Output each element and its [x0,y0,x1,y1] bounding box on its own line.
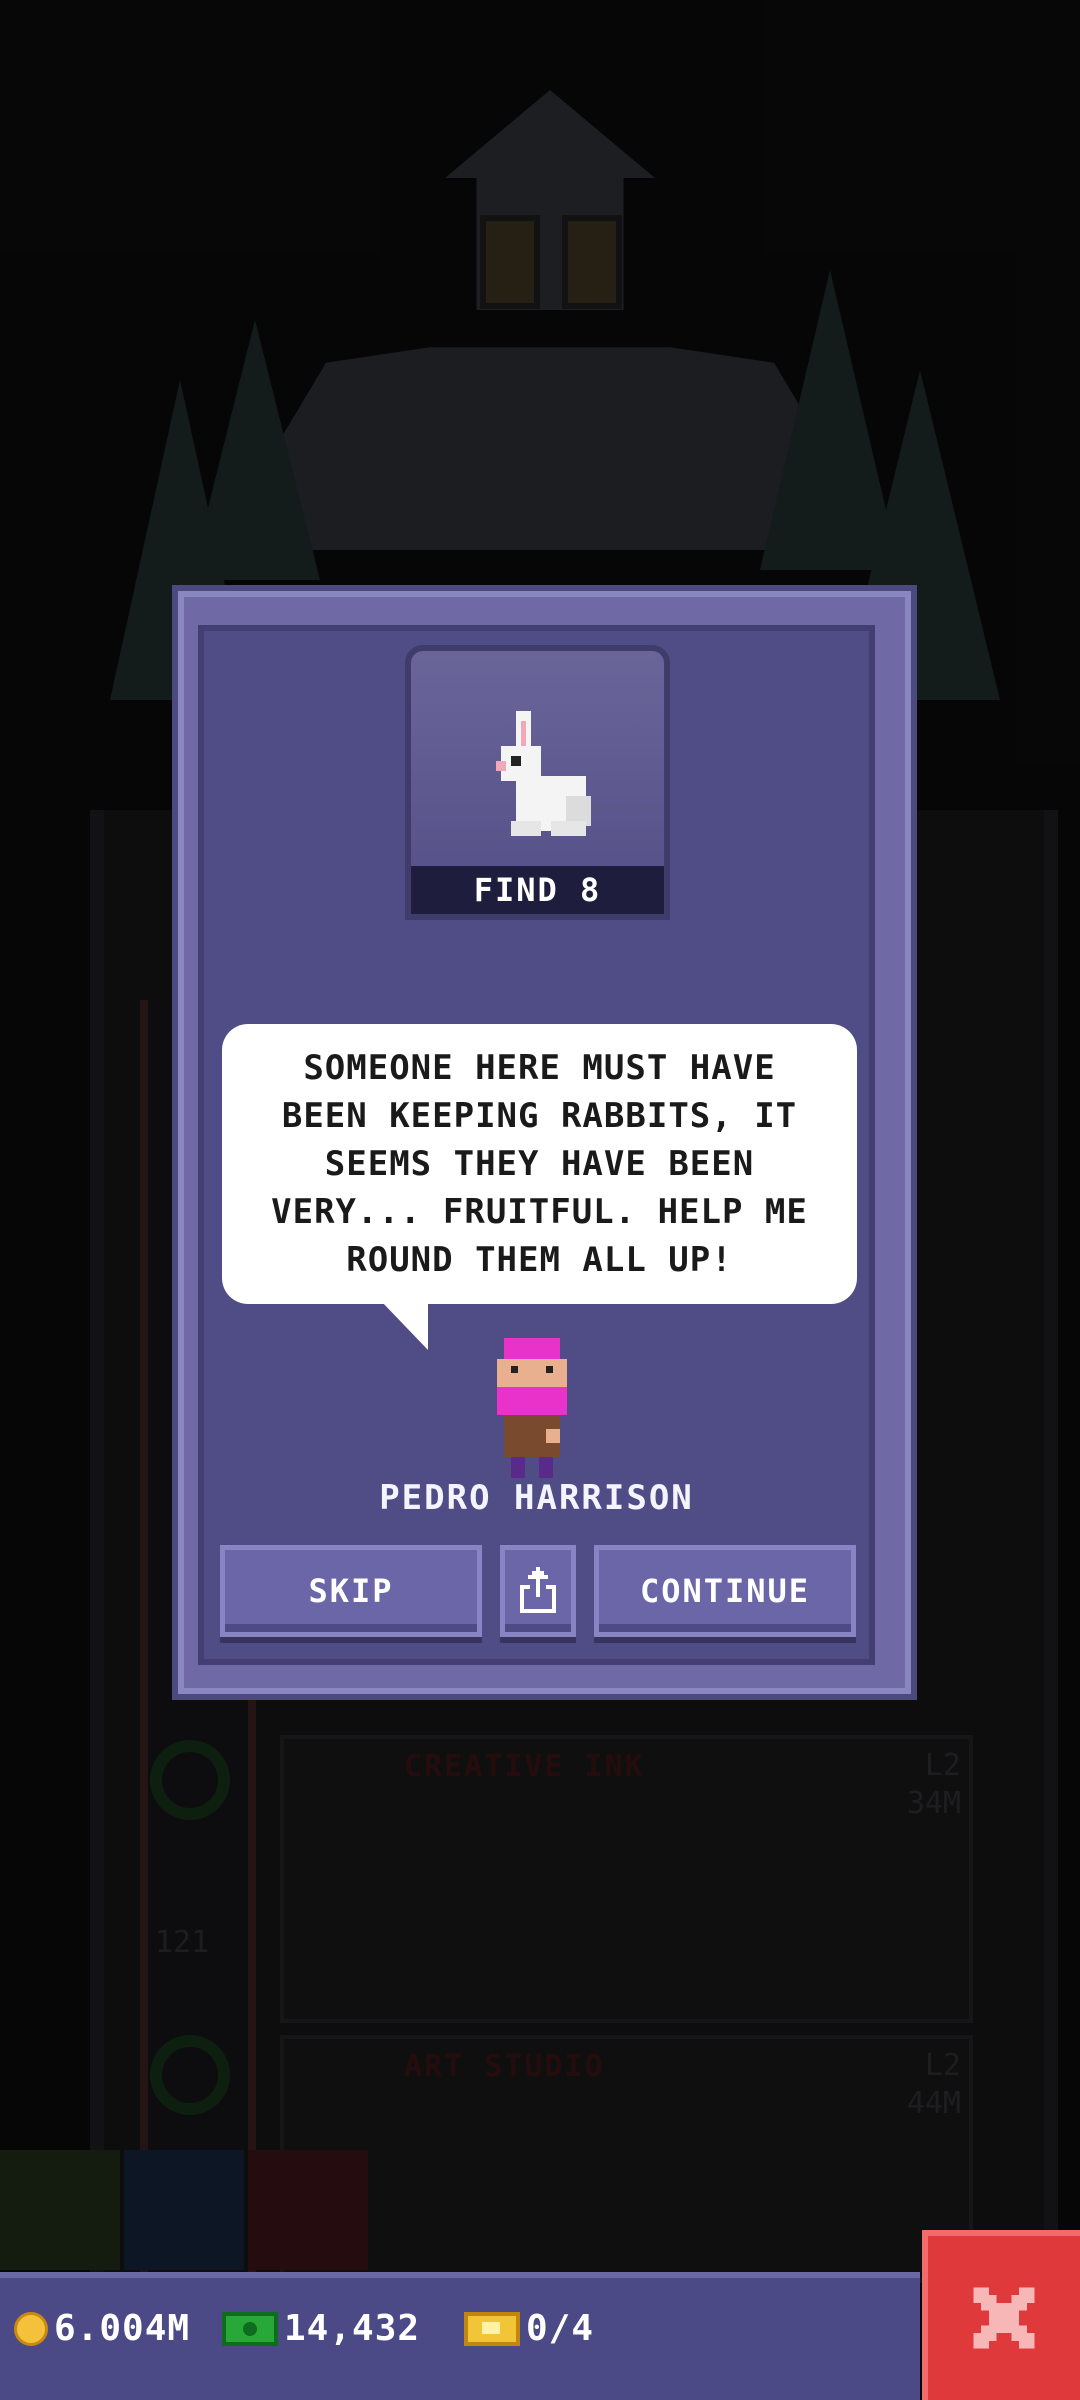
tickets-stat[interactable]: 0/4 [464,2308,594,2349]
share-icon [520,1567,556,1613]
speaker-name: PEDRO HARRISON [379,1478,694,1518]
continue-label: CONTINUE [639,1572,811,1610]
speech-bubble: SOMEONE HERE MUST HAVE BEEN KEEPING RABB… [222,1024,857,1304]
find-count-label: FIND 8 [411,866,664,914]
npc-avatar [497,1338,567,1478]
close-icon [973,2287,1035,2349]
ticket-icon [464,2311,520,2346]
share-button[interactable] [500,1545,576,1637]
skip-label: SKIP [308,1572,394,1610]
continue-button[interactable]: CONTINUE [594,1545,856,1637]
currency-bar: 6.004M 14,432 0/4 [0,2272,920,2400]
bux-stat[interactable]: 14,432 [222,2308,420,2349]
tickets-value: 0/4 [526,2308,595,2349]
coins-stat: 6.004M [14,2308,190,2349]
mission-message: SOMEONE HERE MUST HAVE BEEN KEEPING RABB… [271,1048,808,1280]
skip-button[interactable]: SKIP [220,1545,482,1637]
rabbit-icon [496,711,591,836]
bux-value: 14,432 [284,2308,421,2349]
coin-icon [14,2311,48,2346]
mission-card: FIND 8 [405,645,670,920]
close-button[interactable] [922,2230,1080,2400]
coins-value: 6.004M [54,2308,191,2349]
bux-icon [222,2311,278,2346]
